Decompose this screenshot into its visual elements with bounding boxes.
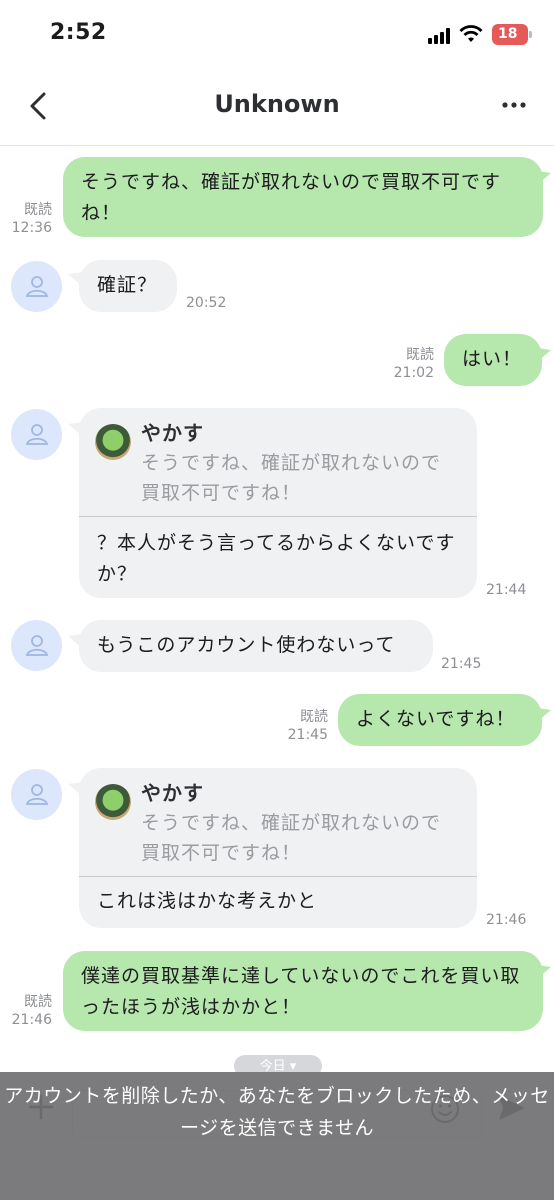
bubble-tail [537,171,551,185]
message-meta: 既読 21:02 [390,346,434,382]
read-receipt: 既読 [300,709,328,725]
more-options-icon[interactable] [500,90,528,120]
message-text: これは浅はかな考えかと [97,890,318,912]
message-text: ？本人がそう言ってるからよくないですか？ [97,532,456,585]
quoted-user-avatar [95,784,131,820]
message-row: 既読 21:45 よくないですね！ [0,694,554,748]
avatar[interactable] [11,261,62,312]
message-row: やかす そうですね、確証が取れないので買取不可ですね！ これは浅はかな考えかと … [0,768,554,930]
read-receipt: 既読 [24,202,52,218]
user-icon [25,276,49,297]
blocked-notice-overlay: アカウントを削除したか、あなたをブロックしたため、メッセージを送信できません [0,1072,554,1200]
message-text: もうこのアカウント使わないって [97,634,396,656]
message-time: 21:46 [486,912,527,928]
quote-divider [79,516,477,517]
message-bubble[interactable]: 確証？ [79,260,177,312]
battery-icon: 18 [492,24,532,45]
message-text: はい！ [462,348,523,370]
avatar[interactable] [11,620,62,671]
blocked-notice-text: アカウントを削除したか、あなたをブロックしたため、メッセージを送信できません [4,1085,550,1139]
message-time: 21:46 [11,1012,52,1028]
message-text: 僕達の買取基準に達していないのでこれを買い取ったほうが浅はかかと！ [81,965,521,1018]
chat-header: Unknown [0,70,554,146]
message-time: 21:45 [287,727,328,743]
status-bar: 2:52 18 [0,0,554,70]
message-meta: 既読 21:46 [8,993,52,1029]
user-icon [25,635,49,656]
bubble-tail [537,348,551,362]
message-row: 確証？ 20:52 [0,258,554,314]
quoted-user-name: やかす [141,781,204,805]
quoted-user-name: やかす [141,421,204,445]
message-text: よくないですね！ [356,708,516,730]
message-row: 既読 21:02 はい！ [0,334,554,388]
quote-divider [79,876,477,877]
quoted-text: そうですね、確証が取れないので買取不可ですね！ [141,452,442,504]
message-bubble[interactable]: はい！ [444,334,542,386]
page-title: Unknown [214,90,340,118]
message-bubble[interactable]: よくないですね！ [338,694,542,746]
message-bubble[interactable]: 僕達の買取基準に達していないのでこれを買い取ったほうが浅はかかと！ [63,951,543,1031]
avatar[interactable] [11,769,62,820]
quoted-text: そうですね、確証が取れないので買取不可ですね！ [141,812,442,864]
message-row: もうこのアカウント使わないって 21:45 [0,620,554,674]
status-time: 2:52 [50,20,107,45]
message-bubble[interactable]: もうこのアカウント使わないって [79,620,433,672]
bubble-tail [537,708,551,722]
message-row: 既読 21:46 僕達の買取基準に達していないのでこれを買い取ったほうが浅はかか… [0,951,554,1033]
avatar[interactable] [11,409,62,460]
message-text: 確証？ [97,274,158,296]
message-row: 既読 12:36 そうですね、確証が取れないので買取不可ですね！ [0,157,554,239]
message-meta: 既読 21:45 [284,708,328,744]
message-time: 20:52 [186,295,227,311]
user-icon [25,784,49,805]
message-text: そうですね、確証が取れないので買取不可ですね！ [81,171,502,224]
message-time: 21:44 [486,582,527,598]
user-icon [25,424,49,445]
message-meta: 既読 12:36 [8,201,52,237]
reply-message-bubble[interactable]: やかす そうですね、確証が取れないので買取不可ですね！ ？本人がそう言ってるから… [79,408,477,598]
bubble-tail [537,965,551,979]
quoted-user-avatar [95,424,131,460]
cellular-signal-icon [428,28,450,44]
message-time: 21:02 [393,365,434,381]
reply-message-bubble[interactable]: やかす そうですね、確証が取れないので買取不可ですね！ これは浅はかな考えかと [79,768,477,928]
message-row: やかす そうですね、確証が取れないので買取不可ですね！ ？本人がそう言ってるから… [0,408,554,600]
message-bubble[interactable]: そうですね、確証が取れないので買取不可ですね！ [63,157,543,237]
wifi-icon [459,25,483,42]
message-time: 12:36 [11,220,52,236]
read-receipt: 既読 [24,994,52,1010]
read-receipt: 既読 [406,347,434,363]
message-time: 21:45 [441,656,482,672]
